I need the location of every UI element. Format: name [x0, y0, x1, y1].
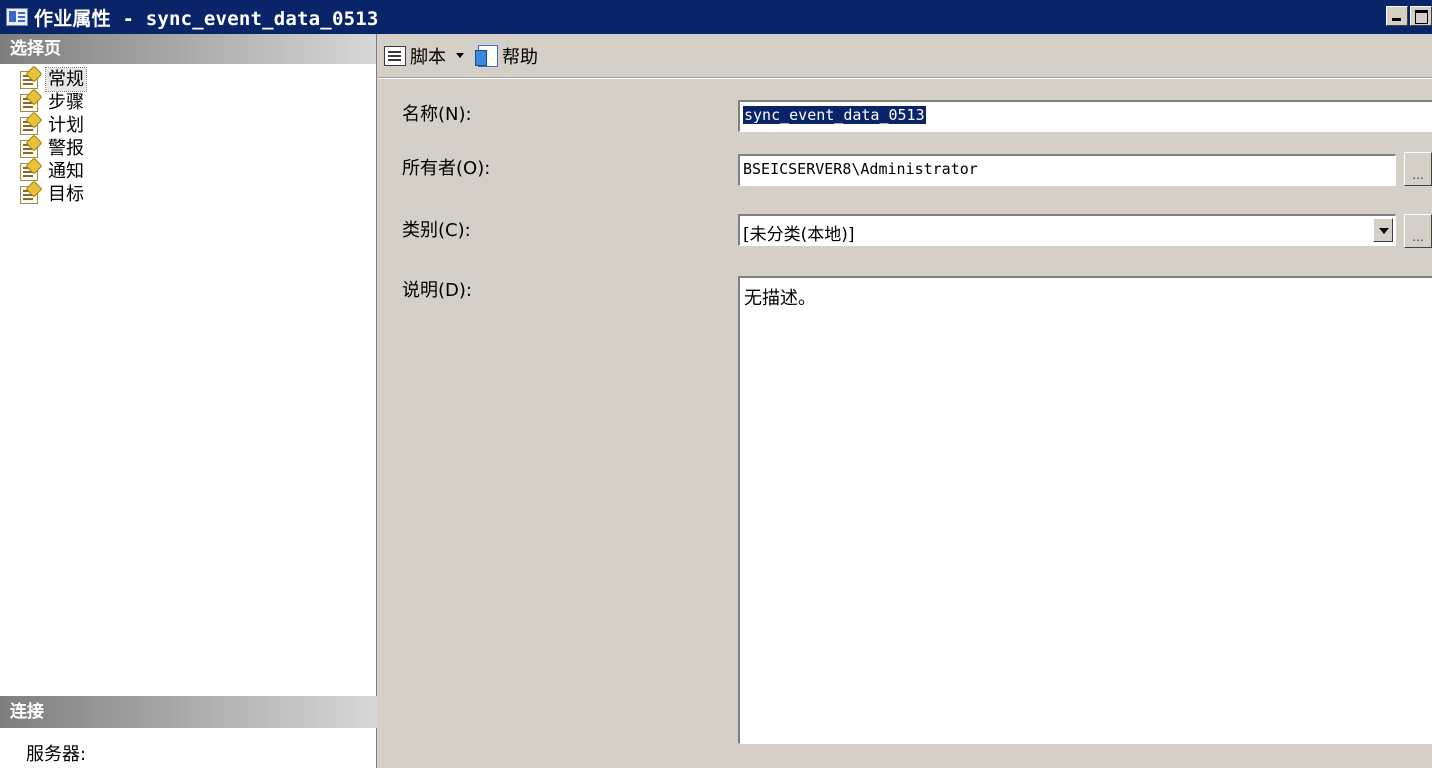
name-value: sync_event_data_0513 [743, 106, 926, 124]
minimize-button[interactable] [1386, 6, 1408, 26]
page-icon [20, 162, 38, 181]
page-item-label: 警报 [48, 138, 84, 159]
description-value: 无描述。 [744, 288, 816, 309]
chevron-down-icon[interactable] [1373, 218, 1393, 242]
owner-label: 所有者(O): [402, 158, 491, 179]
script-icon [384, 45, 406, 66]
select-page-header: 选择页 [0, 34, 376, 64]
right-pane: 脚本 帮助 名称(N): sync_event_data_0513 所有者(O)… [378, 34, 1432, 768]
help-button[interactable]: 帮助 [475, 43, 538, 69]
page-item-label: 步骤 [48, 92, 84, 113]
toolbar: 脚本 帮助 [378, 34, 1432, 78]
page-item-schedules[interactable]: 计划 [0, 114, 376, 137]
page-icon [20, 139, 38, 158]
page-item-steps[interactable]: 步骤 [0, 91, 376, 114]
page-icon [20, 116, 38, 135]
category-value: [未分类(本地)] [743, 225, 855, 245]
name-label: 名称(N): [402, 104, 472, 125]
maximize-button[interactable] [1410, 6, 1432, 26]
page-icon [20, 185, 38, 204]
name-field[interactable]: sync_event_data_0513 [738, 100, 1432, 132]
description-label: 说明(D): [402, 280, 472, 301]
script-button[interactable]: 脚本 [384, 43, 464, 69]
page-item-alerts[interactable]: 警报 [0, 137, 376, 160]
category-browse-button[interactable]: ... [1404, 214, 1432, 248]
page-item-notifications[interactable]: 通知 [0, 160, 376, 183]
page-icon [20, 70, 38, 89]
server-label: 服务器: [26, 744, 87, 765]
chevron-down-icon[interactable] [456, 53, 464, 58]
title-bar[interactable]: 作业属性 - sync_event_data_0513 [0, 0, 1432, 34]
help-icon [475, 44, 498, 67]
help-label: 帮助 [502, 46, 538, 68]
window-app-icon[interactable] [6, 8, 28, 26]
page-item-general[interactable]: 常规 [0, 67, 376, 92]
owner-browse-button[interactable]: ... [1404, 152, 1432, 186]
window-title: 作业属性 - sync_event_data_0513 [34, 7, 379, 30]
page-icon [20, 93, 38, 112]
owner-field[interactable]: BSEICSERVER8\Administrator [738, 154, 1396, 186]
connection-header: 连接 [0, 696, 377, 728]
description-textarea[interactable]: 无描述。 [738, 276, 1432, 744]
script-label: 脚本 [410, 46, 446, 68]
owner-value: BSEICSERVER8\Administrator [743, 160, 978, 178]
page-item-label: 计划 [48, 115, 84, 136]
page-item-label: 目标 [48, 184, 84, 205]
window-controls [1384, 6, 1432, 26]
page-list: 常规 步骤 计划 警报 通知 目标 [0, 64, 376, 206]
page-item-targets[interactable]: 目标 [0, 183, 376, 206]
category-combobox[interactable]: [未分类(本地)] [738, 214, 1396, 246]
category-label: 类别(C): [402, 220, 471, 241]
left-pane: 选择页 常规 步骤 计划 警报 通知 目标 连接 服务器: [0, 34, 377, 768]
page-item-label: 通知 [48, 161, 84, 182]
page-item-label: 常规 [45, 67, 87, 92]
